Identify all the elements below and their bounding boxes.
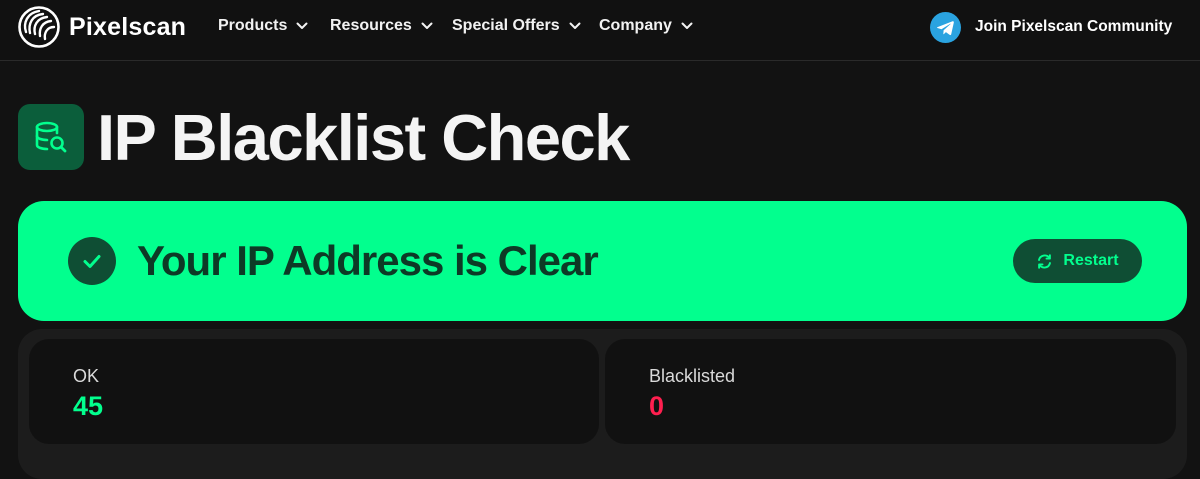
pixelscan-logo-icon <box>18 6 60 48</box>
blacklisted-stat-label: Blacklisted <box>649 366 736 386</box>
chevron-down-icon <box>681 22 693 29</box>
join-community-link[interactable]: Join Pixelscan Community <box>930 11 1172 43</box>
pixelscan-logo[interactable]: Pixelscan <box>17 4 186 50</box>
nav-products-label: Products <box>218 17 288 34</box>
telegram-icon <box>930 11 961 43</box>
logo-text: Pixelscan <box>69 12 187 41</box>
restart-button[interactable]: Restart <box>1013 239 1142 283</box>
check-icon <box>68 237 116 285</box>
restart-label: Restart <box>1063 252 1119 269</box>
chevron-down-icon <box>569 22 581 29</box>
ok-stat-label: OK <box>73 366 100 386</box>
ok-stat-value: 45 <box>73 391 104 421</box>
nav-company-label: Company <box>599 17 672 34</box>
nav-company[interactable]: Company <box>599 0 693 52</box>
page-title: IP Blacklist Check <box>97 101 630 174</box>
nav-products[interactable]: Products <box>218 0 308 52</box>
refresh-icon <box>1038 253 1052 269</box>
nav-resources[interactable]: Resources <box>330 0 433 52</box>
nav-special-offers[interactable]: Special Offers <box>452 0 581 52</box>
nav-special-offers-label: Special Offers <box>452 17 560 34</box>
result-message: Your IP Address is Clear <box>137 237 599 284</box>
blacklisted-stat-card: Blacklisted 0 <box>605 339 1176 444</box>
chevron-down-icon <box>296 22 308 29</box>
ok-stat-card: OK 45 <box>29 339 599 444</box>
nav-resources-label: Resources <box>330 17 412 34</box>
top-navigation-bar: Pixelscan Products Resources Special Off… <box>0 0 1200 61</box>
chevron-down-icon <box>421 22 433 29</box>
join-community-label: Join Pixelscan Community <box>975 18 1173 35</box>
database-search-icon <box>18 104 84 170</box>
blacklisted-stat-value: 0 <box>649 391 665 421</box>
result-banner: Your IP Address is Clear Restart <box>18 201 1187 321</box>
